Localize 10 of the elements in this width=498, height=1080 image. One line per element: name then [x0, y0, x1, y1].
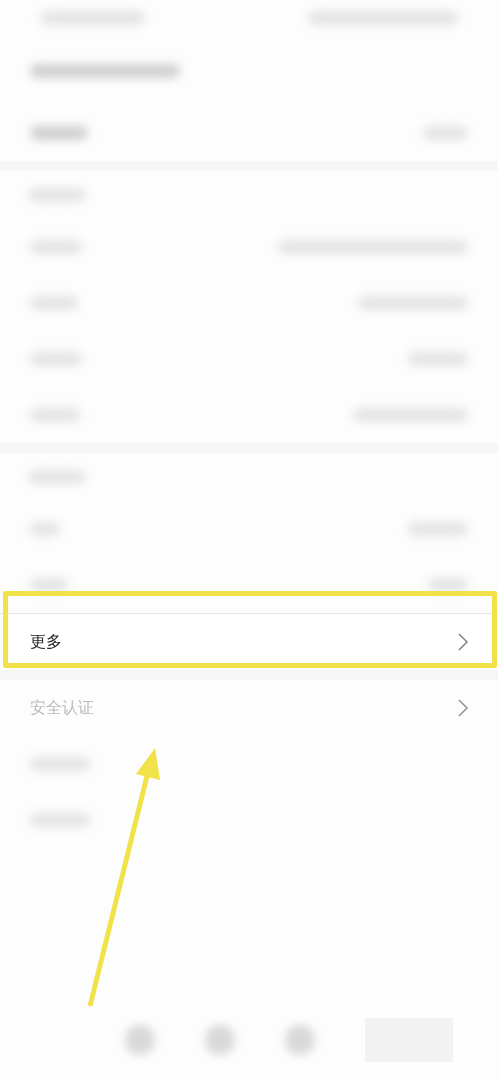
blurred-nav-icon	[285, 1025, 315, 1055]
chevron-right-icon	[458, 633, 468, 651]
chevron-right-icon	[458, 699, 468, 717]
blurred-label	[30, 578, 68, 592]
row-label: 更多	[30, 631, 62, 653]
blurred-value	[428, 578, 468, 592]
blurred-label	[30, 126, 88, 140]
blurred-nav-icon	[125, 1025, 155, 1055]
row-label: 安全认证	[30, 697, 94, 719]
blurred-nav-icon	[205, 1025, 235, 1055]
